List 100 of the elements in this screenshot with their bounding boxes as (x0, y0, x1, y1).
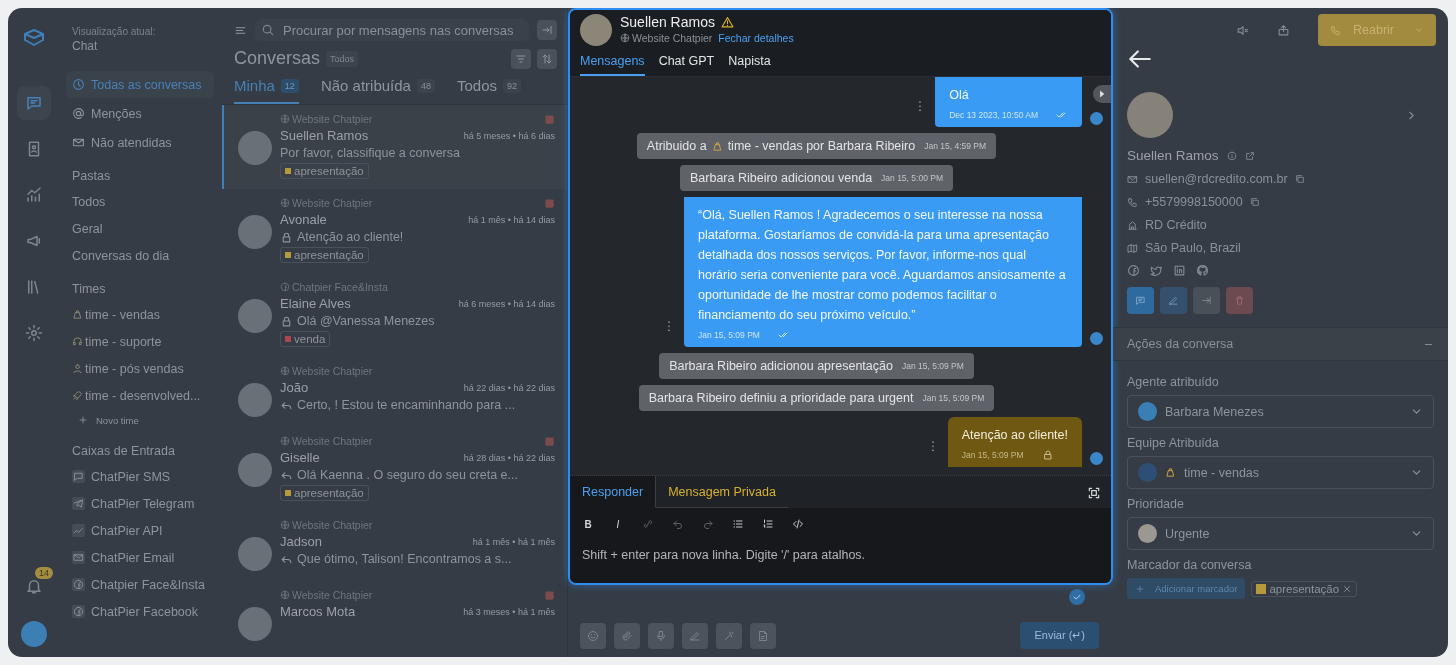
sort-arrows-icon (541, 52, 553, 65)
avatar (238, 537, 272, 571)
section-header[interactable]: Ações da conversa (1113, 327, 1448, 361)
add-label-button[interactable]: Adicionar marcador (1127, 578, 1246, 599)
send-button[interactable]: Enviar (↵) (1020, 622, 1099, 649)
chat-button[interactable] (17, 86, 51, 120)
scroll-right-button[interactable] (1093, 85, 1111, 103)
arrow-to-bar-icon (541, 24, 553, 36)
priority-select[interactable]: Urgente (1127, 517, 1434, 550)
filter-button[interactable] (511, 48, 531, 69)
copy-icon[interactable] (1249, 197, 1260, 207)
collapse-button[interactable] (537, 20, 557, 40)
code-icon[interactable] (792, 518, 804, 530)
signature-button[interactable] (682, 622, 708, 649)
trash-icon (1234, 295, 1245, 306)
lock-icon (280, 230, 293, 244)
numbered-list-icon[interactable] (762, 518, 774, 530)
italic-button[interactable]: I (612, 518, 624, 530)
avatar (238, 453, 272, 487)
link-icon[interactable] (642, 518, 654, 530)
avatar[interactable] (21, 621, 47, 647)
smiley-button[interactable] (580, 622, 606, 649)
document-button[interactable] (750, 622, 776, 649)
envelope-icon (1127, 173, 1138, 185)
composer-tab[interactable]: Responder (570, 476, 657, 508)
folder-item[interactable]: Geral (66, 215, 214, 242)
message-preview: Que ótimo, Talison! Encontramos a s... (297, 552, 512, 566)
status-filter-badge[interactable]: Todos (326, 50, 359, 67)
merge-button[interactable] (1193, 287, 1220, 314)
agent-select[interactable]: Barbara Menezes (1127, 395, 1434, 428)
signature-icon (689, 629, 701, 642)
team-item[interactable]: time - vendas (66, 301, 214, 328)
notification-count: 14 (35, 567, 53, 579)
activity-text: Barbara Ribeiro adicionou apresentação (669, 359, 893, 373)
sidebar-nav-item[interactable]: Todas as conversas (66, 71, 214, 98)
contact-name: Suellen Ramos (1127, 148, 1219, 163)
close-details-link[interactable]: Fechar detalhes (718, 32, 794, 44)
remove-icon[interactable] (1342, 583, 1353, 594)
conversation-tab[interactable]: Todos 92 (456, 77, 521, 104)
chat-icon (25, 94, 43, 112)
undo-icon[interactable] (672, 518, 684, 530)
inbox-item[interactable]: ChatPier Email (66, 544, 214, 571)
team-item[interactable]: time - desenvolved... (66, 382, 214, 409)
share-icon[interactable] (1277, 23, 1290, 37)
map-icon (1127, 242, 1138, 254)
mute-icon[interactable] (1236, 23, 1249, 37)
message-time: Jan 15, 5:09 PM (698, 330, 760, 340)
section-title: Pastas (71, 168, 112, 185)
team-select[interactable]: time - vendas (1127, 456, 1434, 489)
tab-count: 12 (280, 78, 299, 93)
github-icon[interactable] (1196, 264, 1209, 277)
message-preview: Atenção ao cliente! (297, 230, 404, 244)
sender-avatar (1090, 332, 1103, 345)
bell-icon[interactable] (25, 577, 43, 595)
inbox-item[interactable]: ChatPier API (66, 517, 214, 544)
delete-button[interactable] (1226, 287, 1253, 314)
warning-icon (720, 15, 734, 29)
facebook-icon[interactable] (1127, 264, 1140, 277)
paperclip-button[interactable] (614, 622, 640, 649)
label-text: apresentação (294, 249, 364, 261)
timestamp: há 1 mês • há 14 dias (468, 214, 555, 225)
contact-name: Jadson (280, 534, 322, 549)
expand-icon[interactable] (1087, 486, 1101, 500)
bold-button[interactable]: B (582, 518, 594, 530)
copy-icon[interactable] (1294, 174, 1305, 184)
bullet-list-icon[interactable] (732, 518, 744, 530)
info-icon[interactable] (1226, 150, 1237, 161)
timestamp: há 5 meses • há 6 dias (463, 130, 555, 141)
team-item[interactable]: time - suporte (66, 328, 214, 355)
magic-wand-button[interactable] (716, 622, 742, 649)
sender-avatar (1090, 452, 1103, 465)
new-team-link[interactable]: Novo time (66, 409, 214, 431)
sort-button[interactable] (537, 48, 557, 69)
inbox-item[interactable]: ChatPier SMS (66, 463, 214, 490)
microphone-button[interactable] (648, 622, 674, 649)
message-time: Jan 15, 5:00 PM (881, 173, 943, 183)
inbox-item[interactable]: ChatPier Telegram (66, 490, 214, 517)
message-text: Atenção ao cliente! (961, 427, 1068, 444)
twitter-icon[interactable] (1150, 264, 1163, 277)
sender-avatar (1090, 112, 1103, 125)
new-message-button[interactable] (1127, 287, 1154, 314)
folder-item[interactable]: Todos (66, 188, 214, 215)
contact-name: Elaine Alves (280, 296, 351, 311)
paper-plane-icon (72, 497, 85, 510)
inbox-item[interactable]: ChatPier Facebook (66, 598, 214, 625)
conversation-tab[interactable]: Não atribuída 48 (320, 77, 435, 104)
redo-icon[interactable] (702, 518, 714, 530)
conversation-item[interactable]: Chatpier Face&Insta Elaine Alves há 6 meses • há 14 dias Olá @Vanessa Menezes venda (222, 273, 567, 357)
linkedin-icon[interactable] (1173, 264, 1186, 277)
inbox-item[interactable]: Chatpier Face&Insta (66, 571, 214, 598)
edit-button[interactable] (1160, 287, 1187, 314)
team-item[interactable]: time - pós vendas (66, 355, 214, 382)
chat-tab[interactable]: Chat GPT (658, 54, 715, 76)
chat-tab[interactable]: Napista (728, 54, 771, 76)
sidebar-nav-item[interactable]: Menções (66, 100, 214, 127)
search-field[interactable]: Procurar por mensagens nas conversas (255, 19, 529, 41)
folder-item[interactable]: Conversas do dia (66, 242, 214, 269)
message-editor[interactable]: B I Shift + enter para nova linha. Digite '/' para atalhos. (570, 508, 1111, 583)
sidebar-nav-item[interactable]: Não atendidas (66, 129, 214, 156)
external-link-icon[interactable] (1244, 150, 1255, 161)
